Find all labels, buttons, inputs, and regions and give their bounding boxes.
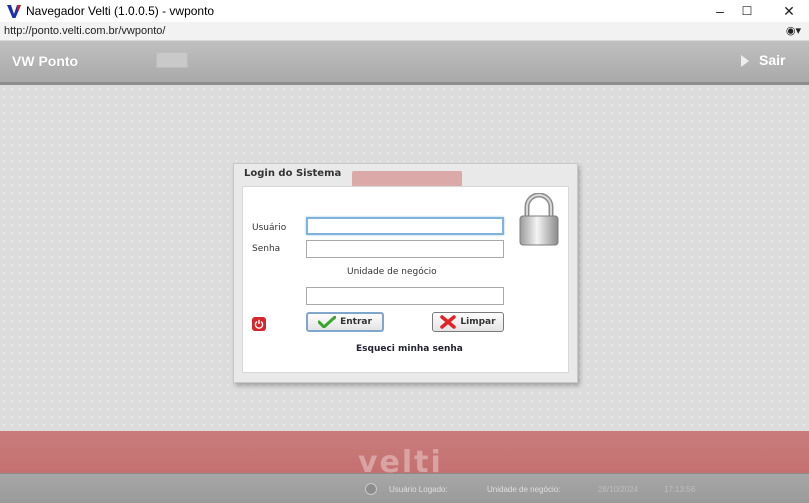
maximize-button[interactable]: ☐ [727, 0, 767, 22]
globe-icon [365, 483, 377, 495]
user-label: Usuário [252, 223, 287, 233]
status-date: 28/10/2024 [598, 485, 639, 494]
limpar-button[interactable]: Limpar [432, 312, 504, 332]
app-header: VW Ponto Sair [0, 41, 809, 85]
checkmark-icon [318, 316, 337, 328]
forgot-password-link[interactable]: Esqueci minha senha [356, 344, 463, 354]
browser-menu-icon[interactable]: ◉▾ [786, 24, 801, 37]
login-panel: Login do Sistema Usuário Senha Unidade d… [233, 163, 578, 383]
password-input[interactable] [306, 240, 504, 258]
status-bar: Usuário Logado: Unidade de negócio: 28/1… [0, 473, 809, 503]
panel-decoration [352, 171, 462, 187]
password-label: Senha [252, 244, 281, 254]
logged-user-label: Usuário Logado: [389, 485, 448, 494]
window-titlebar: Navegador Velti (1.0.0.5) - vwponto – ☐ … [0, 0, 809, 22]
velti-brand-logo: velti [358, 445, 443, 473]
header-placeholder-block [156, 52, 188, 68]
user-input[interactable] [306, 217, 504, 235]
lock-icon [519, 193, 559, 246]
close-button[interactable]: ✕ [769, 0, 809, 22]
unit-input[interactable] [306, 287, 504, 305]
exit-arrow-icon[interactable] [741, 55, 749, 67]
entrar-label: Entrar [340, 317, 372, 327]
login-form: Usuário Senha Unidade de negócio Entrar … [242, 186, 569, 373]
entrar-button[interactable]: Entrar [306, 312, 384, 332]
limpar-label: Limpar [460, 317, 496, 327]
footer-banner: velti [0, 431, 809, 473]
main-content: Login do Sistema Usuário Senha Unidade d… [0, 85, 809, 431]
exit-button[interactable]: Sair [759, 52, 785, 68]
power-off-icon[interactable] [252, 317, 266, 331]
velti-logo-icon [7, 5, 21, 18]
red-x-icon [440, 315, 457, 329]
url-field[interactable]: http://ponto.velti.com.br/vwponto/ [4, 25, 165, 37]
address-bar: http://ponto.velti.com.br/vwponto/ ◉▾ [0, 22, 809, 41]
app-title: VW Ponto [12, 53, 79, 69]
status-time: 17:13:56 [664, 485, 696, 494]
window-title: Navegador Velti (1.0.0.5) - vwponto [26, 4, 215, 18]
unit-status-label: Unidade de negócio: [487, 485, 561, 494]
login-panel-title: Login do Sistema [244, 168, 342, 179]
unit-label: Unidade de negócio [347, 267, 437, 277]
